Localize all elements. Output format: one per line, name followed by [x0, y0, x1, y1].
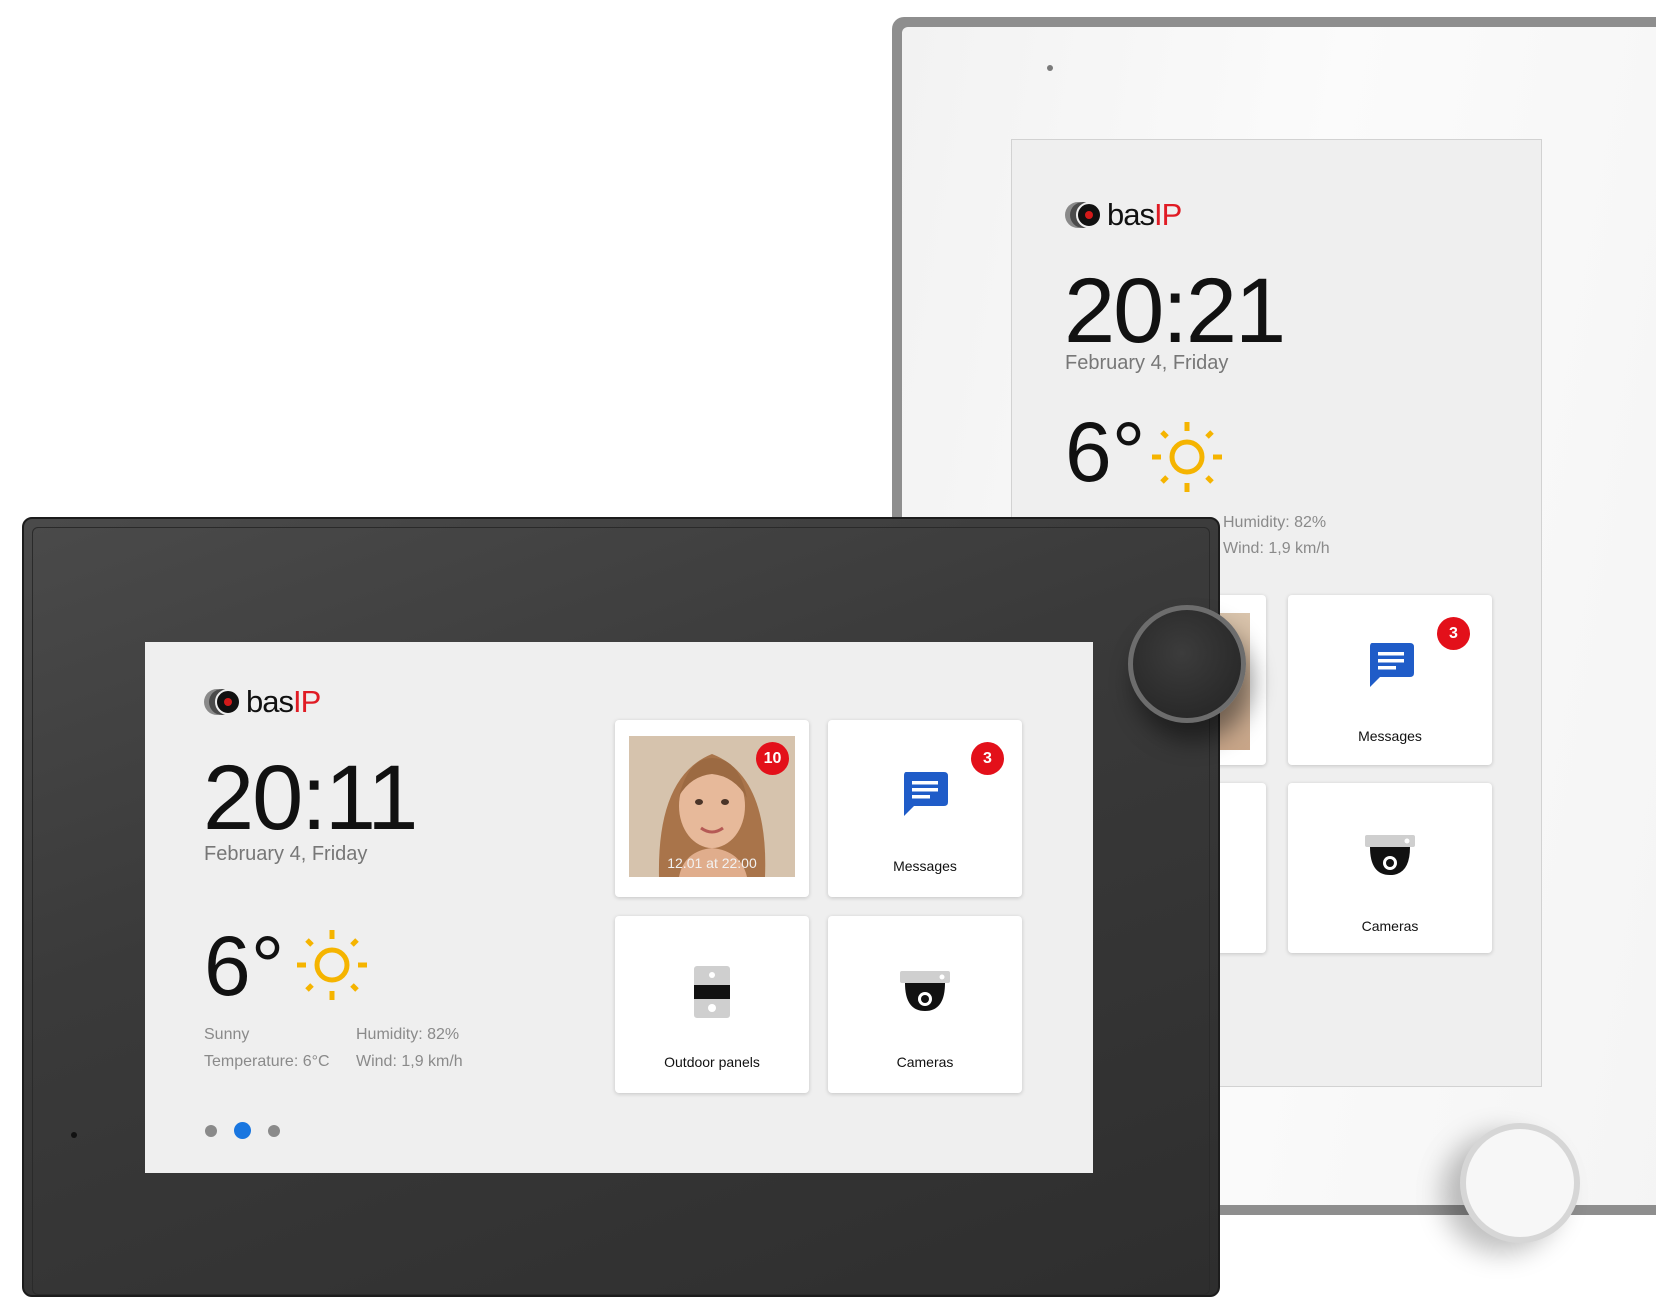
dome-camera-icon	[1365, 835, 1415, 875]
weather-humidity: Humidity: 82%	[1223, 514, 1327, 531]
outdoor-panels-tile[interactable]: Outdoor panels	[615, 916, 809, 1093]
cameras-label: Cameras	[1361, 918, 1419, 934]
brand-logo-mark	[204, 689, 242, 715]
cameras-label: Cameras	[896, 1054, 954, 1070]
black-device-sensor	[71, 1132, 77, 1138]
brand-logo-mark	[1065, 202, 1103, 228]
brand-logo: bas IP	[1065, 197, 1182, 233]
messages-tile[interactable]: 3 Messages	[1288, 595, 1492, 765]
chat-bubble-icon	[1370, 643, 1414, 687]
outdoor-panels-label: Outdoor panels	[664, 1054, 760, 1070]
dome-camera-icon	[900, 971, 950, 1011]
brand-logo: bas IP	[204, 684, 321, 720]
page-indicator	[205, 1122, 297, 1139]
sun-icon	[1152, 422, 1222, 492]
messages-label: Messages	[1358, 728, 1422, 744]
messages-tile[interactable]: 3 Messages	[828, 720, 1022, 897]
weather-temperature: 6°	[204, 919, 285, 1013]
messages-badge: 3	[1437, 617, 1470, 650]
brand-suffix: IP	[1153, 197, 1182, 232]
visitor-photo-caption: 12.01 at 22:00	[667, 855, 757, 871]
brand-name: bas	[1107, 197, 1155, 232]
messages-badge: 3	[971, 742, 1004, 775]
clock-date: February 4, Friday	[1065, 352, 1229, 374]
page-dot-3[interactable]	[268, 1124, 280, 1137]
weather-wind: Wind: 1,9 km/h	[1223, 540, 1330, 557]
brand-suffix: IP	[292, 684, 321, 719]
door-panel-icon	[694, 966, 730, 1018]
page-dot-2[interactable]	[234, 1122, 251, 1139]
white-device-sensor	[1047, 65, 1053, 71]
page-dot-1[interactable]	[205, 1124, 217, 1137]
weather-condition: Sunny	[204, 1026, 250, 1043]
clock-time: 20:11	[203, 747, 418, 849]
black-device-home-button[interactable]	[1128, 605, 1246, 723]
chat-bubble-icon	[904, 772, 948, 816]
clock-time: 20:21	[1064, 260, 1286, 362]
black-device-screen: bas IP 20:11 February 4, Friday 6° Sunny…	[145, 642, 1093, 1173]
visitor-photo-tile[interactable]: 12.01 at 22:00 10	[615, 720, 809, 897]
cameras-tile[interactable]: Cameras	[1288, 783, 1492, 953]
messages-label: Messages	[893, 858, 957, 874]
clock-date: February 4, Friday	[204, 843, 368, 865]
weather-temperature: 6°	[1065, 405, 1146, 499]
visitor-photo-badge: 10	[756, 742, 789, 775]
weather-temperature-detail: Temperature: 6°C	[204, 1053, 330, 1070]
weather-wind: Wind: 1,9 km/h	[356, 1053, 463, 1070]
brand-name: bas	[246, 684, 294, 719]
white-device-home-button[interactable]	[1460, 1123, 1580, 1243]
cameras-tile[interactable]: Cameras	[828, 916, 1022, 1093]
weather-humidity: Humidity: 82%	[356, 1026, 460, 1043]
sun-icon	[297, 930, 367, 1000]
